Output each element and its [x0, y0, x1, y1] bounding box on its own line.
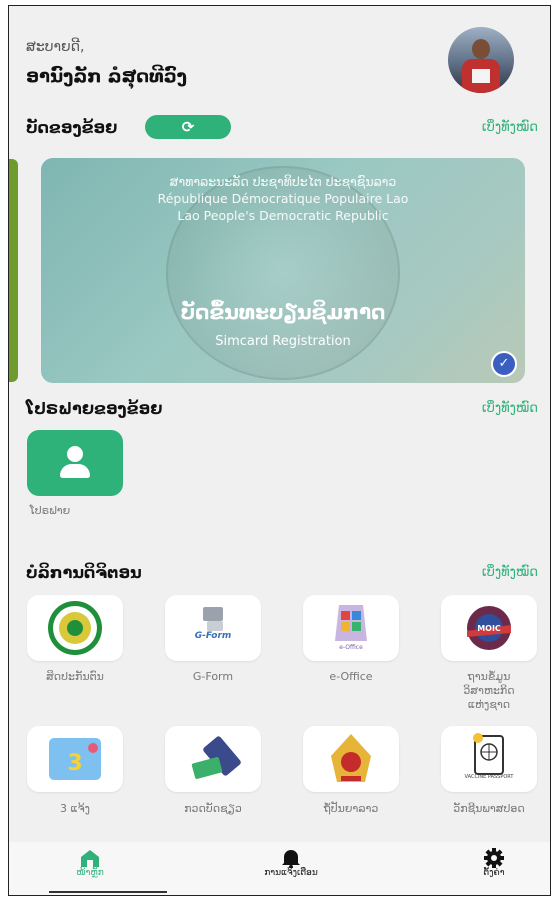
bottom-navigation: ໜ້າຫຼັກ ການແຈ້ງເຕືອນ ຕັ້ງຄ່າ	[9, 842, 550, 895]
greeting: ສະບາຍດີ,	[26, 39, 85, 55]
simcard-registration-card[interactable]: ສາທາລະນະລັດ ປະຊາທິປະໄຕ ປະຊາຊົນລາວ Républ…	[41, 158, 525, 383]
service-g-form[interactable]: G-Form	[165, 595, 261, 661]
bell-icon	[282, 850, 300, 868]
service-social-security[interactable]	[27, 595, 123, 661]
refresh-cards-button[interactable]: ⟳	[145, 115, 231, 139]
service-3-report-label: 3 ແຈ້ງ	[60, 802, 90, 815]
gear-icon	[484, 848, 504, 868]
service-lao-wisdom-label: ຖ້ໍປັນຍາລາວ	[323, 802, 379, 815]
service-green-card-check-label: ກວດບັດຊຽວ	[184, 802, 242, 815]
lao-wisdom-emblem-icon	[331, 734, 371, 782]
service-social-security-label: ສິດປະກັນຕົນ	[46, 670, 104, 683]
my-cards-see-all-link[interactable]: ເບິ່ງທັງໝົດ	[482, 120, 538, 135]
card-title: ບັດຂຶ້ນທະບຽນຊິມກາດ	[180, 300, 386, 324]
service-vaccine-passport-label: ວັກຊີນພາສປອດ	[453, 802, 525, 815]
card-subtitle: Simcard Registration	[215, 334, 351, 349]
my-cards-title: ບັດຂອງຂ້ອຍ	[26, 118, 118, 137]
profile-label: ໂປຣຟາຍ	[29, 504, 71, 517]
service-e-office[interactable]: e-Office	[303, 595, 399, 661]
service-3-report[interactable]: 3	[27, 726, 123, 792]
social-security-logo-icon	[48, 601, 102, 655]
nav-notifications[interactable]: ການແຈ້ງເຕືອນ	[246, 848, 336, 878]
e-office-logo-text: e-Office	[339, 644, 363, 651]
vaccine-passport-logo-text: VACCINE PASSPORT	[464, 774, 514, 780]
g-form-logo-text: G-Form	[194, 631, 232, 641]
nav-home-label: ໜ້າຫຼັກ	[76, 868, 104, 878]
card-country-english: Lao People's Democratic Republic	[177, 208, 389, 223]
svg-text:3: 3	[67, 751, 82, 776]
refresh-icon: ⟳	[181, 118, 195, 136]
three-report-logo-icon: 3	[49, 738, 101, 780]
nav-settings-label: ຕັ້ງຄ່າ	[483, 868, 505, 878]
card-country-french: République Démocratique Populaire Lao	[157, 191, 409, 206]
service-green-card-check[interactable]	[165, 726, 261, 792]
service-national-enterprise-database[interactable]: MOIC	[441, 595, 537, 661]
profile-tile[interactable]	[27, 430, 123, 496]
nav-home[interactable]: ໜ້າຫຼັກ	[45, 848, 135, 878]
digital-services-title: ບໍລິການດິຈິຕອນ	[26, 563, 142, 582]
previous-card-edge[interactable]	[9, 159, 18, 382]
digital-services-see-all-link[interactable]: ເບິ່ງທັງໝົດ	[482, 565, 538, 580]
card-country-lao: ສາທາລະນະລັດ ປະຊາທິປະໄຕ ປະຊາຊົນລາວ	[169, 174, 397, 189]
service-g-form-label: G-Form	[192, 670, 234, 683]
home-indicator	[49, 891, 167, 893]
service-national-enterprise-database-label: ຖານຂໍ້ມູນ ວິສາຫະກິດ ແຫ່ງຊາດ	[463, 670, 515, 711]
moic-logo-text: MOIC	[477, 624, 501, 633]
green-card-phone-icon	[191, 736, 241, 779]
user-name: ອານົງລັກ ລໍສຸດທີວົງ	[26, 66, 187, 87]
my-profiles-see-all-link[interactable]: ເບິ່ງທັງໝົດ	[482, 401, 538, 416]
service-lao-wisdom[interactable]	[303, 726, 399, 792]
selected-check-icon: ✓	[491, 351, 517, 377]
person-icon-body	[60, 464, 90, 478]
home-icon	[81, 850, 99, 867]
g-form-logo-icon	[203, 607, 223, 631]
vaccine-passport-icon	[473, 733, 504, 775]
avatar[interactable]	[448, 27, 514, 93]
app-screen: ສະບາຍດີ, ອານົງລັກ ລໍສຸດທີວົງ ບັດຂອງຂ້ອຍ …	[8, 5, 551, 896]
nav-notifications-label: ການແຈ້ງເຕືອນ	[264, 868, 318, 878]
e-office-logo-icon	[335, 605, 367, 641]
person-icon-head	[67, 446, 83, 462]
nav-settings[interactable]: ຕັ້ງຄ່າ	[449, 848, 539, 878]
my-profiles-title: ໂປຣຟາຍຂອງຂ້ອຍ	[26, 399, 163, 418]
avatar-document	[472, 69, 490, 83]
service-vaccine-passport[interactable]: VACCINE PASSPORT	[441, 726, 537, 792]
service-e-office-label: e-Office	[329, 670, 373, 683]
avatar-head	[472, 39, 490, 59]
